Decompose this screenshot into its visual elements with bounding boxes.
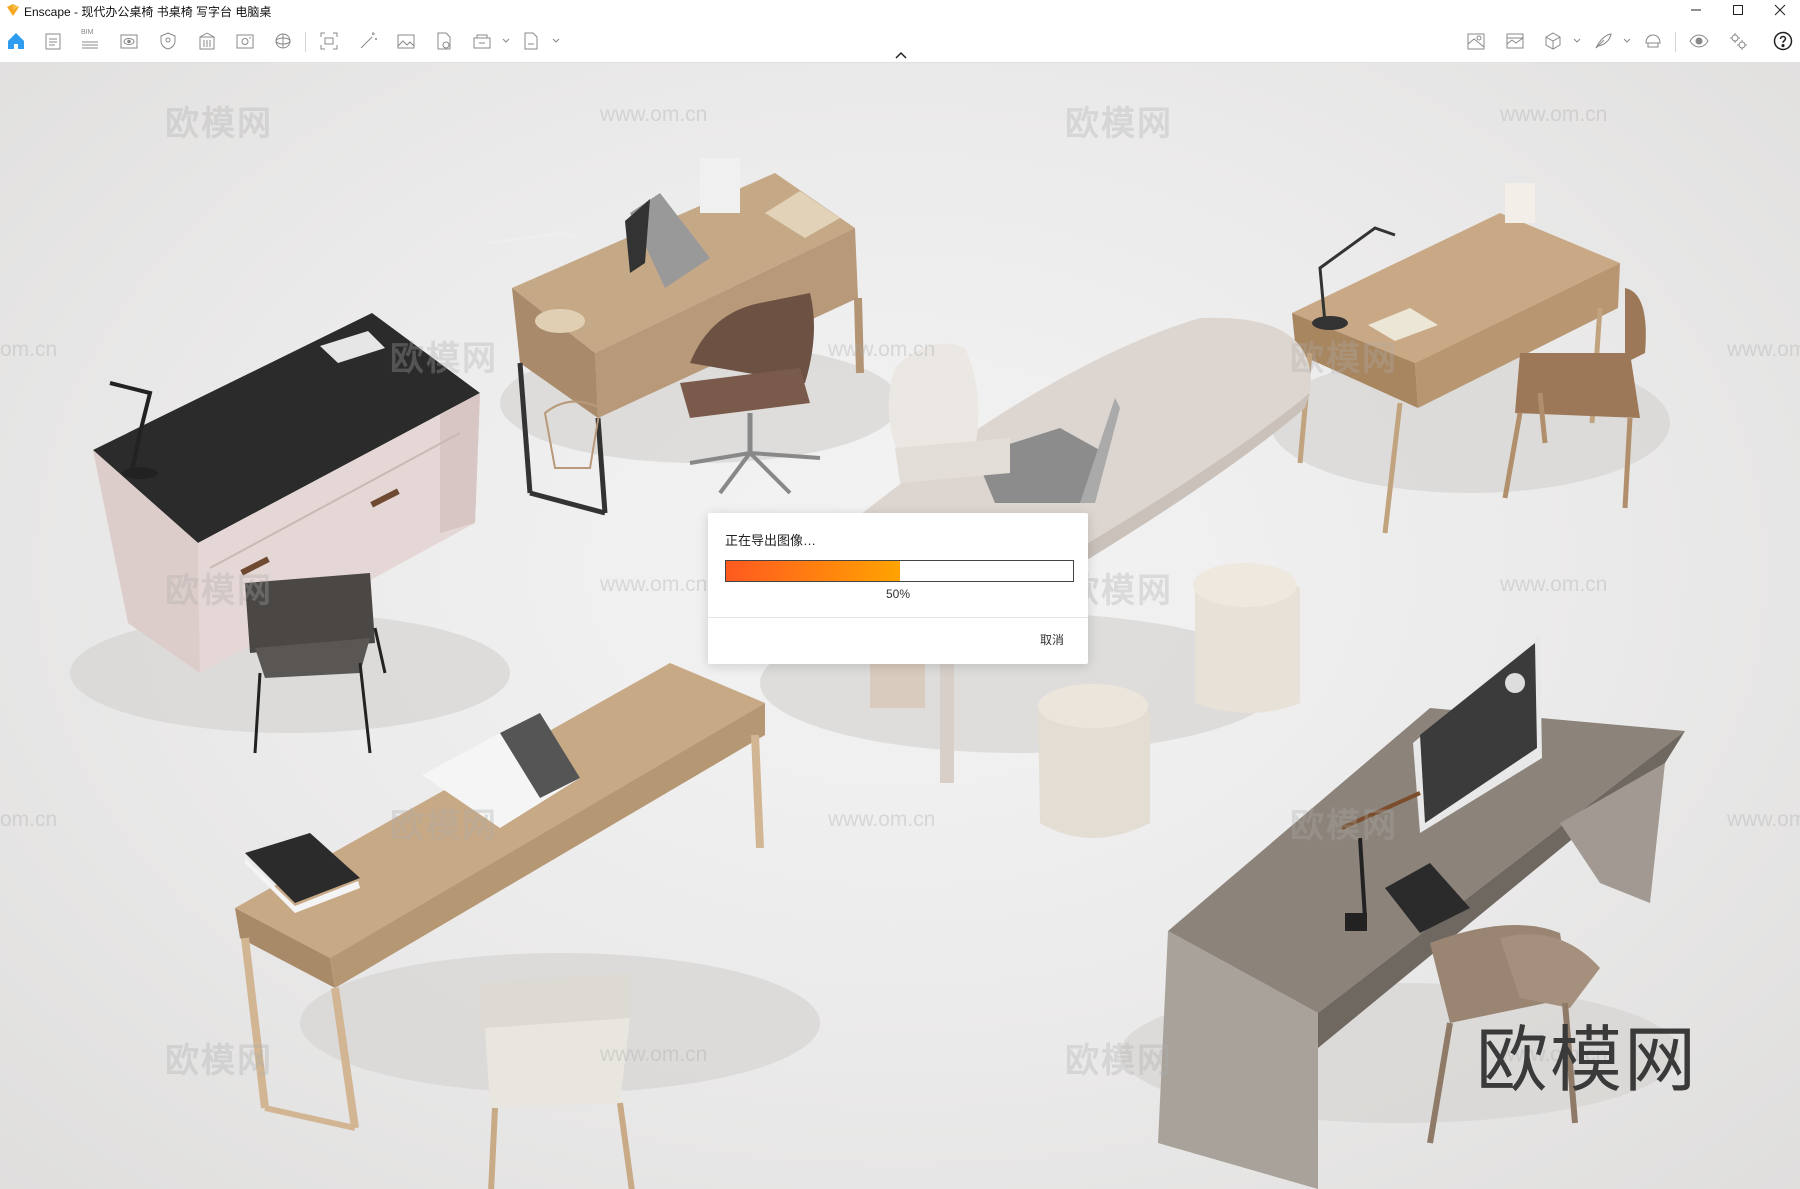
exe-export-button[interactable] (518, 28, 544, 54)
cube-button[interactable] (1540, 28, 1566, 54)
asset-library-button[interactable] (1502, 28, 1528, 54)
image-export-icon (236, 34, 254, 49)
home-button[interactable] (3, 28, 29, 54)
watermark-url: www.om.cn (1500, 573, 1608, 596)
magic-wand-icon (360, 32, 377, 49)
feather-button[interactable] (1590, 28, 1616, 54)
dialog-divider (708, 617, 1088, 618)
watermark-url: om.cn (0, 338, 58, 361)
watermark: 欧模网 (1065, 1042, 1173, 1080)
watermark: 欧模网 (165, 572, 273, 610)
enscape-logo-icon (7, 4, 19, 16)
batch-render-icon (473, 34, 491, 49)
panorama-icon (275, 33, 291, 49)
progress-bar (725, 560, 1074, 582)
building-icon (199, 32, 215, 50)
panorama-button[interactable] (270, 28, 296, 54)
export-progress-dialog: 正在导出图像… 50% 取消 (708, 513, 1088, 664)
image-export-button[interactable] (232, 28, 258, 54)
helmet-icon (1645, 34, 1661, 48)
exe-export-dropdown[interactable] (552, 33, 560, 49)
magic-wand-button[interactable] (355, 28, 381, 54)
screenshot-button[interactable] (316, 28, 342, 54)
maximize-button[interactable] (1718, 0, 1758, 20)
settings-gear-icon (1730, 33, 1747, 50)
visual-settings-icon (1689, 34, 1709, 48)
minimize-icon (1691, 9, 1701, 11)
toolbar-separator (1675, 32, 1676, 52)
exe-export-icon (524, 32, 538, 50)
watermark-url: www.om.cn (1727, 338, 1800, 361)
screenshot-icon (320, 32, 338, 50)
shield-icon (160, 32, 176, 50)
help-icon (1773, 31, 1793, 51)
watermark: 欧模网 (1290, 807, 1398, 845)
shield-button[interactable] (155, 28, 181, 54)
watermark: 欧模网 (1290, 340, 1398, 378)
chevron-down-icon (502, 38, 510, 43)
map-button[interactable] (1463, 28, 1489, 54)
chevron-down-icon (1573, 38, 1581, 43)
toolbar-separator (305, 32, 306, 52)
bim-button[interactable]: BIM (77, 28, 103, 54)
close-icon (1774, 4, 1786, 16)
map-icon (1467, 33, 1485, 50)
helmet-button[interactable] (1640, 28, 1666, 54)
watermark: 欧模网 (165, 1042, 273, 1080)
batch-render-button[interactable] (469, 28, 495, 54)
fabric-chair (480, 973, 635, 1189)
progress-percent-label: 50% (885, 587, 911, 601)
brand-watermark: 欧模网 (1476, 1021, 1699, 1101)
home-icon (8, 33, 24, 49)
batch-render-dropdown[interactable] (502, 33, 510, 49)
watermark-url: www.om.cn (1727, 808, 1800, 831)
chevron-up-icon (895, 51, 907, 59)
help-button[interactable] (1770, 28, 1796, 54)
progress-fill (726, 561, 900, 581)
picture-button[interactable] (393, 28, 419, 54)
watermark-url: om.cn (0, 808, 58, 831)
watermark-url: www.om.cn (600, 1043, 708, 1066)
watermark: 欧模网 (390, 340, 498, 378)
bim-label: BIM (81, 29, 94, 36)
cube-icon (1545, 32, 1561, 50)
maximize-icon (1733, 5, 1743, 15)
watermark-url: www.om.cn (1500, 103, 1608, 126)
cancel-button[interactable]: 取消 (1040, 631, 1064, 648)
chevron-down-icon (1623, 38, 1631, 43)
visual-settings-button[interactable] (1686, 28, 1712, 54)
watermark: 欧模网 (390, 807, 498, 845)
notes-button[interactable] (40, 28, 66, 54)
minimize-button[interactable] (1676, 0, 1716, 20)
white-chair-center (888, 343, 1010, 483)
file-export-button[interactable] (431, 28, 457, 54)
feather-icon (1595, 33, 1612, 49)
watermark: 欧模网 (1065, 105, 1173, 143)
dialog-title: 正在导出图像… (725, 533, 817, 548)
watermark-url: www.om.cn (600, 103, 708, 126)
watermark-url: www.om.cn (600, 573, 708, 596)
file-export-icon (437, 32, 451, 50)
notes-icon (45, 33, 61, 50)
eye-view-button[interactable] (116, 28, 142, 54)
chevron-down-icon (552, 38, 560, 43)
watermark-url: www.om.cn (828, 338, 936, 361)
building-button[interactable] (194, 28, 220, 54)
cube-dropdown[interactable] (1573, 33, 1581, 49)
close-button[interactable] (1760, 0, 1800, 20)
asset-library-icon (1506, 33, 1524, 49)
picture-icon (397, 34, 415, 49)
eye-view-icon (120, 34, 138, 49)
feather-dropdown[interactable] (1623, 33, 1631, 49)
settings-button[interactable] (1725, 28, 1751, 54)
watermark-url: www.om.cn (828, 808, 936, 831)
title-bar: Enscape - 现代办公桌椅 书桌椅 写字台 电脑桌 (0, 0, 1800, 20)
window-title: Enscape - 现代办公桌椅 书桌椅 写字台 电脑桌 (24, 5, 272, 19)
watermark: 欧模网 (165, 105, 273, 143)
collapse-toolbar-button[interactable] (893, 48, 909, 60)
